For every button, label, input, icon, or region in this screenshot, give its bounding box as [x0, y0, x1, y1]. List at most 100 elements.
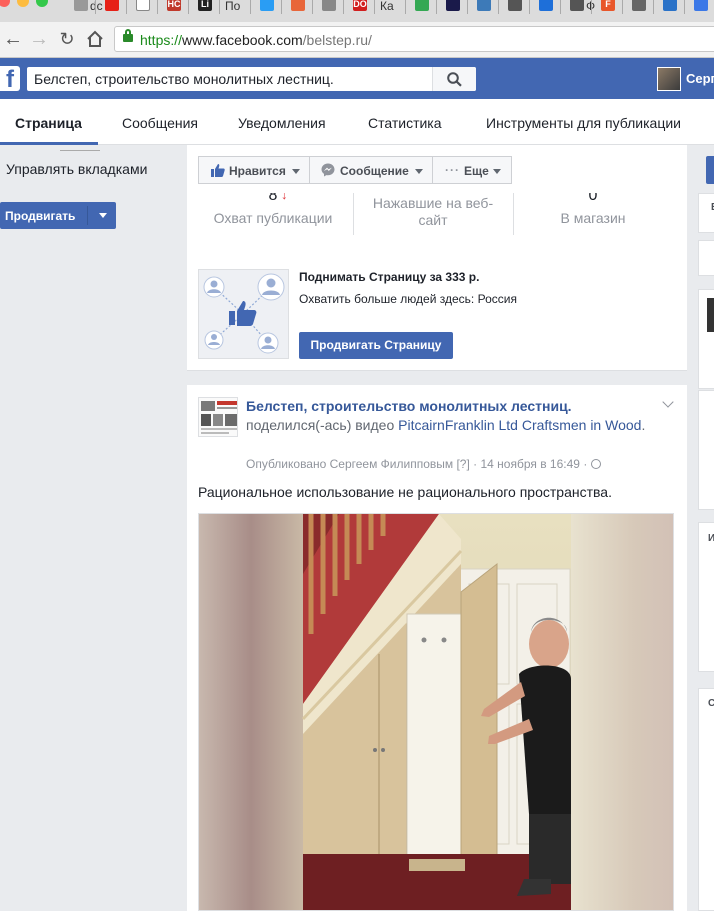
- manage-tabs-link[interactable]: Управлять вкладками: [6, 161, 147, 177]
- boost-page-button[interactable]: Продвигать Страницу: [299, 332, 453, 359]
- promote-divider: [87, 206, 88, 225]
- video-player[interactable]: [198, 513, 674, 911]
- browser-tab[interactable]: Li: [186, 0, 220, 22]
- post-page-name-link[interactable]: Белстеп, строительство монолитных лестни…: [246, 398, 572, 414]
- globe-favicon-icon: [508, 0, 522, 11]
- x-favicon-icon: [446, 0, 460, 11]
- forward-icon[interactable]: →: [28, 28, 50, 50]
- right-widget: [698, 522, 714, 672]
- browser-tab[interactable]: [310, 0, 344, 22]
- browser-tab[interactable]: [248, 0, 282, 22]
- tab-page[interactable]: Страница: [15, 99, 82, 145]
- facebook-search-box[interactable]: Белстеп, строительство монолитных лестни…: [27, 67, 476, 91]
- boost-illustration: [198, 269, 289, 359]
- browser-toolbar: ← → ↻ https://www.facebook.com/belstep.r…: [0, 22, 714, 58]
- browser-tab[interactable]: [403, 0, 437, 22]
- chevron-down-icon[interactable]: [99, 213, 107, 218]
- tab-messages[interactable]: Сообщения: [122, 99, 198, 145]
- gplay-favicon-icon: [415, 0, 429, 11]
- browser-tab[interactable]: DO: [341, 0, 375, 22]
- shared-source-link[interactable]: PitcairnFranklin Ltd Craftsmen in Wood: [398, 417, 641, 433]
- globe-favicon-icon: [570, 0, 584, 11]
- tab-title: По: [225, 0, 241, 13]
- profile-name[interactable]: Серг: [686, 71, 714, 86]
- reload-icon[interactable]: ↻: [56, 28, 78, 50]
- browser-tab[interactable]: По: [217, 0, 251, 22]
- browser-tab[interactable]: [620, 0, 654, 22]
- tab-notifications[interactable]: Уведомления: [238, 99, 326, 145]
- bulb-favicon-icon: [632, 0, 646, 11]
- browser-tab[interactable]: [93, 0, 127, 22]
- search-button[interactable]: [432, 67, 476, 91]
- browser-tab[interactable]: HC: [155, 0, 189, 22]
- address-bar[interactable]: https://www.facebook.com/belstep.ru/: [114, 26, 714, 52]
- browser-tab[interactable]: [651, 0, 685, 22]
- tab-insights[interactable]: Статистика: [368, 99, 442, 145]
- browser-tab[interactable]: F: [589, 0, 623, 22]
- right-widget-letter: И: [708, 533, 714, 544]
- globe-icon[interactable]: [590, 459, 601, 469]
- facebook-top-bar: f Белстеп, строительство монолитных лест…: [0, 58, 714, 99]
- post-options-chevron-icon[interactable]: [662, 396, 674, 408]
- stat-label: Охват публикации: [213, 210, 333, 226]
- right-thumbnail: [707, 298, 714, 332]
- search-icon: [447, 72, 462, 87]
- browser-tab[interactable]: [496, 0, 530, 22]
- browser-tab[interactable]: Ф: [558, 0, 595, 22]
- stat-label: Нажавшие на веб-сайт: [372, 195, 494, 228]
- right-search-box[interactable]: [698, 240, 714, 276]
- pen-favicon-icon: [322, 0, 336, 11]
- post-timestamp[interactable]: 14 ноября в 16:49: [481, 457, 580, 471]
- trend-down-icon: ↓: [281, 193, 288, 202]
- post-header: Белстеп, строительство монолитных лестни…: [246, 398, 646, 433]
- post-meta: Опубликовано Сергеем Филипповым [?] · 14…: [246, 457, 601, 471]
- browser-tab[interactable]: [527, 0, 561, 22]
- page-avatar[interactable]: [198, 397, 238, 437]
- browser-tab[interactable]: dc: [62, 0, 103, 22]
- help-link[interactable]: [?]: [456, 457, 469, 471]
- search-input[interactable]: Белстеп, строительство монолитных лестни…: [34, 71, 334, 87]
- chart-favicon-icon: [477, 0, 491, 11]
- messenger-icon: [321, 163, 335, 177]
- more-button[interactable]: ··· Еще: [432, 156, 512, 184]
- minimize-window-icon[interactable]: [17, 0, 29, 7]
- home-icon[interactable]: [84, 28, 106, 50]
- boost-title: Поднимать Страницу за 333 р.: [299, 270, 480, 284]
- doc-favicon-icon: [694, 0, 708, 11]
- browser-tab[interactable]: [434, 0, 468, 22]
- lock-icon: [123, 29, 133, 42]
- back-icon[interactable]: ←: [2, 28, 24, 50]
- right-widget-letter: С: [708, 698, 714, 709]
- tab-title: Ка: [380, 0, 394, 13]
- chevron-down-icon: [493, 169, 501, 174]
- thumbs-up-icon: [211, 164, 225, 177]
- url-host: www.facebook.com: [182, 32, 303, 48]
- message-label: Сообщение: [340, 164, 409, 178]
- browser-tab-strip: dc HC Li По DO Ка ФF: [0, 0, 714, 22]
- browser-tab[interactable]: [682, 0, 714, 22]
- do-favicon-icon: DO: [353, 0, 367, 11]
- browser-tab[interactable]: [124, 0, 158, 22]
- url-text: https://www.facebook.com/belstep.ru/: [140, 32, 372, 48]
- stat-value: 8: [268, 193, 278, 204]
- close-window-icon[interactable]: [0, 0, 10, 7]
- cropped-menu-item: [60, 145, 100, 151]
- promote-button[interactable]: Продвигать: [0, 202, 116, 229]
- facebook-logo-icon[interactable]: f: [0, 66, 20, 93]
- tab-publishing-tools[interactable]: Инструменты для публикации: [486, 99, 681, 145]
- x-blue-favicon-icon: [539, 0, 553, 11]
- cropped-action-button[interactable]: [706, 156, 714, 184]
- search-favicon-icon: [291, 0, 305, 11]
- like-button[interactable]: Нравится: [198, 156, 310, 184]
- right-widget: [698, 193, 714, 233]
- browser-tab[interactable]: [465, 0, 499, 22]
- f-favicon-icon: F: [601, 0, 615, 11]
- maximize-window-icon[interactable]: [36, 0, 48, 7]
- message-button[interactable]: Сообщение: [309, 156, 433, 184]
- promote-label: Продвигать: [5, 209, 76, 223]
- profile-avatar[interactable]: [657, 67, 681, 91]
- browser-tab[interactable]: [279, 0, 313, 22]
- post-card: Белстеп, строительство монолитных лестни…: [187, 385, 687, 911]
- browser-tab[interactable]: Ка: [372, 0, 406, 22]
- right-widget: [698, 390, 714, 510]
